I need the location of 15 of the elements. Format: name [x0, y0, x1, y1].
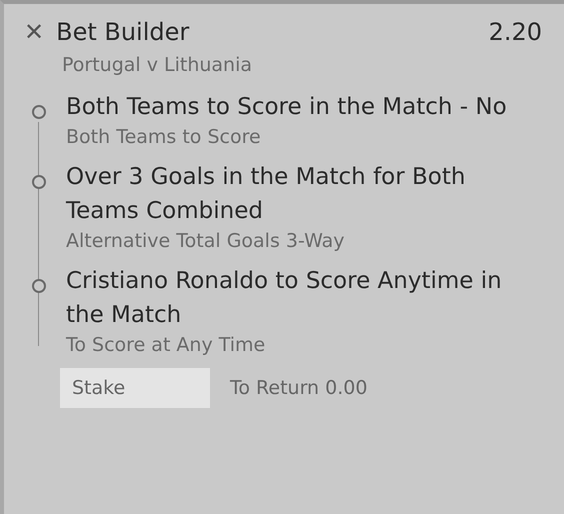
market-name: To Score at Any Time: [66, 333, 266, 358]
odds: 2.20: [488, 18, 542, 46]
bullet-icon: [32, 175, 46, 189]
stake-field[interactable]: Stake: [60, 368, 210, 408]
bullet-icon: [32, 105, 46, 119]
to-return-text: To Return 0.00: [230, 377, 368, 399]
selection-name: Both Teams to Score in the Match - No: [66, 93, 508, 122]
selection-name: Cristiano Ronaldo to Score Anytime in the Match: [66, 267, 503, 330]
close-button[interactable]: ✕: [24, 20, 44, 44]
match-name: Portugal v Lithuania: [62, 54, 254, 76]
market-name: Both Teams to Score: [66, 125, 262, 150]
bullet-icon: [32, 279, 46, 293]
bet-title: Bet Builder: [56, 18, 190, 46]
market-name: Alternative Total Goals 3-Way: [66, 229, 346, 254]
selection-name: Over 3 Goals in the Match for Both Teams Combined: [66, 163, 466, 226]
